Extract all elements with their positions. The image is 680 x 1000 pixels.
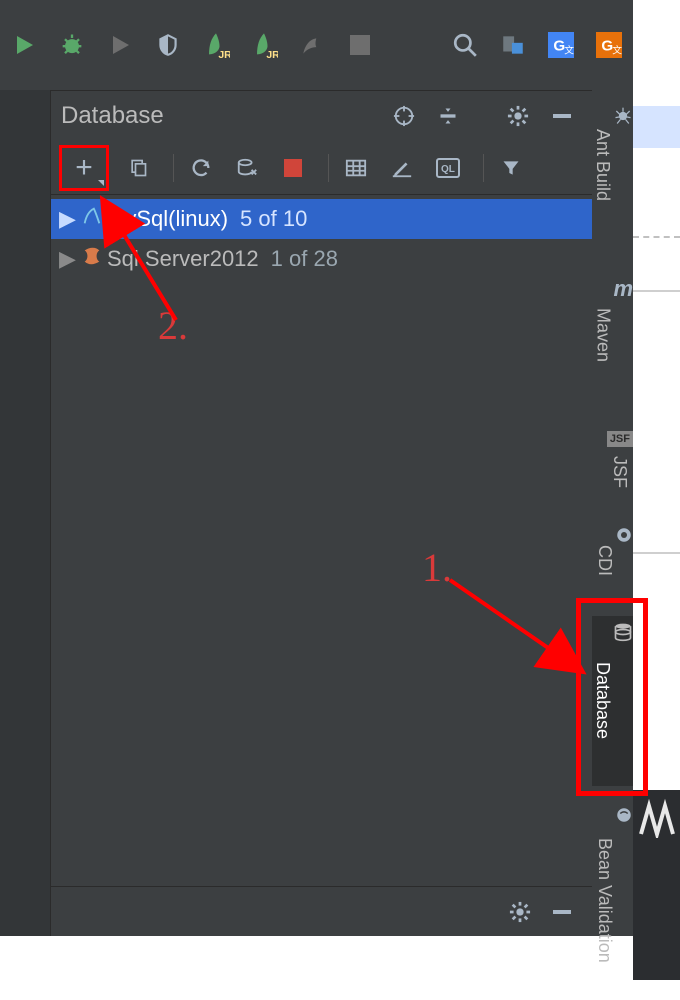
run-icon[interactable] [0, 21, 48, 69]
minimize-icon[interactable] [544, 894, 580, 930]
mysql-icon [77, 205, 107, 233]
bean-icon [615, 806, 633, 829]
gear-icon[interactable] [502, 894, 538, 930]
collapse-icon[interactable] [428, 96, 468, 136]
update-icon[interactable] [288, 21, 336, 69]
project-structure-icon[interactable] [489, 21, 537, 69]
tab-jsf[interactable]: JSF JSF [592, 420, 633, 500]
stop-red-icon[interactable] [274, 149, 312, 187]
chevron-right-icon: ▶ [59, 206, 77, 232]
profiler1-icon[interactable]: JR [192, 21, 240, 69]
panel-title: Database [61, 102, 380, 130]
panel-footer [51, 886, 592, 936]
plus-icon: + [75, 153, 93, 183]
tab-database[interactable]: Database [592, 616, 633, 786]
translate-orange-icon[interactable]: G文 [585, 21, 633, 69]
tab-cdi[interactable]: CDI [592, 520, 633, 600]
gutter [0, 90, 50, 936]
sqlserver-icon [77, 245, 107, 273]
tree-label: Sql Server2012 [107, 246, 259, 272]
svg-text:QL: QL [441, 164, 455, 175]
tab-maven[interactable]: m Maven [592, 270, 633, 400]
debug-icon[interactable] [48, 21, 96, 69]
filter-icon[interactable] [492, 149, 530, 187]
refresh-icon[interactable] [182, 149, 220, 187]
panel-header: Database [51, 91, 592, 141]
table-view-icon[interactable] [337, 149, 375, 187]
run-disabled-icon [96, 21, 144, 69]
datasource-tree: ▶ MySql(linux) 5 of 10 ▶ Sql Server2012 … [51, 195, 592, 886]
svg-text:JR: JR [218, 49, 230, 59]
stop-icon [336, 21, 384, 69]
console-icon[interactable]: QL [429, 149, 467, 187]
svg-text:JR: JR [266, 49, 278, 59]
search-icon[interactable] [441, 21, 489, 69]
maven-icon: m [613, 276, 633, 302]
coverage-icon[interactable] [144, 21, 192, 69]
main-toolbar: JR JR G文 G文 [0, 0, 633, 90]
tab-ant-build[interactable]: Ant Build [592, 100, 633, 230]
external-window-slice [633, 0, 680, 992]
profiler2-icon[interactable]: JR [240, 21, 288, 69]
database-panel: Database + [50, 90, 592, 936]
right-tool-tabs: Ant Build m Maven JSF JSF CDI Database B… [592, 90, 633, 936]
cdi-icon [615, 526, 633, 549]
jsf-icon: JSF [607, 431, 633, 447]
tree-label: MySql(linux) [107, 206, 228, 232]
svg-text:文: 文 [612, 44, 622, 57]
database-icon [613, 622, 633, 647]
target-icon[interactable] [384, 96, 424, 136]
datasource-props-icon[interactable] [228, 149, 266, 187]
svg-text:文: 文 [564, 44, 574, 57]
tree-row[interactable]: ▶ MySql(linux) 5 of 10 [51, 199, 592, 239]
minimize-icon[interactable] [542, 96, 582, 136]
edit-icon[interactable] [383, 149, 421, 187]
translate-blue-icon[interactable]: G文 [537, 21, 585, 69]
gear-icon[interactable] [498, 96, 538, 136]
tree-row[interactable]: ▶ Sql Server2012 1 of 28 [51, 239, 592, 279]
tree-count: 1 of 28 [271, 246, 338, 272]
tree-count: 5 of 10 [240, 206, 307, 232]
ant-icon [613, 106, 633, 131]
add-button[interactable]: + [59, 145, 109, 191]
chevron-right-icon: ▶ [59, 246, 77, 272]
tab-bean-validation[interactable]: Bean Validation [592, 800, 633, 1000]
database-toolbar: + QL [51, 141, 592, 195]
copy-icon[interactable] [119, 149, 157, 187]
